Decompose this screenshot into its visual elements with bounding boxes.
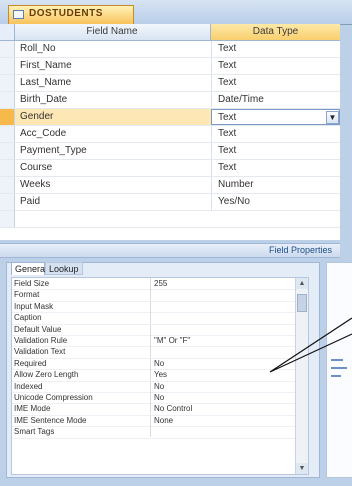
property-name: Smart Tags [14,426,151,438]
property-value[interactable]: Yes [154,369,294,380]
field-properties-label: Field Properties [268,245,332,255]
property-name: IME Sentence Mode [14,414,151,426]
table-icon [13,10,24,19]
property-name: Indexed [14,380,151,392]
help-panel [326,262,352,478]
row-selector[interactable] [0,75,15,91]
data-type-cell[interactable]: Text [211,58,340,74]
row-selector[interactable] [0,109,15,125]
select-all-corner[interactable] [0,24,15,40]
property-value[interactable]: 255 [154,278,294,289]
data-type-cell[interactable]: Text [211,160,340,176]
row-selector[interactable] [0,143,15,159]
data-type-cell[interactable]: Date/Time [211,92,340,108]
property-name: Unicode Compression [14,392,151,403]
field-row-selected[interactable]: Gender Text ▼ [0,109,340,126]
field-name-cell[interactable]: Payment_Type [20,143,206,159]
property-value[interactable] [154,324,294,335]
property-name: Required [14,357,151,369]
data-type-cell[interactable]: Text [211,41,340,57]
data-type-cell[interactable]: Yes/No [211,194,340,210]
field-row[interactable]: Weeks Number [0,177,340,194]
property-name: Field Size [14,278,151,289]
field-name-cell[interactable]: Course [20,160,206,176]
property-name: Validation Rule [14,335,151,346]
field-name-cell[interactable]: Paid [20,194,206,210]
data-type-cell[interactable]: Text [211,126,340,142]
property-value[interactable]: "M" Or "F" [154,335,294,346]
row-selector[interactable] [0,177,15,193]
row-selector[interactable] [0,126,15,142]
data-type-cell[interactable]: Number [211,177,340,193]
property-name: Caption [14,312,151,324]
table-tab-label: DOSTUDENTS [29,8,103,19]
row-selector[interactable] [0,211,15,227]
field-row[interactable]: Roll_No Text [0,41,340,58]
help-text-line [331,375,341,377]
field-properties-pane: General Lookup Field Size 255 Format Inpu… [6,262,320,478]
field-row[interactable]: Birth_Date Date/Time [0,92,340,109]
property-value[interactable] [154,289,294,300]
data-type-value: Text [218,112,237,123]
field-name-cell[interactable]: Weeks [20,177,206,193]
property-value[interactable]: No Control [154,403,294,414]
property-value[interactable] [154,301,294,312]
property-name: Format [14,289,151,301]
row-selector[interactable] [0,194,15,210]
property-value[interactable]: None [154,415,294,426]
property-name: Input Mask [14,300,151,312]
scroll-thumb[interactable] [297,294,307,312]
property-scrollbar[interactable]: ▲ ▼ [295,278,308,474]
scroll-down-icon[interactable]: ▼ [296,463,308,474]
field-name-cell[interactable]: Gender [20,109,206,125]
property-value[interactable]: No [154,381,294,392]
help-text-line [331,367,347,369]
property-name: Validation Text [14,346,151,358]
field-row[interactable]: First_Name Text [0,58,340,75]
property-name: Default Value [14,323,151,335]
chevron-down-icon[interactable]: ▼ [326,111,339,124]
row-selector[interactable] [0,92,15,108]
field-row[interactable]: Acc_Code Text [0,126,340,143]
field-row[interactable]: Payment_Type Text [0,143,340,160]
field-row[interactable]: Last_Name Text [0,75,340,92]
field-name-cell[interactable]: First_Name [20,58,206,74]
data-type-dropdown[interactable]: Text ▼ [211,109,340,125]
field-name-cell[interactable]: Last_Name [20,75,206,91]
property-value[interactable]: No [154,392,294,403]
field-name-cell[interactable]: Birth_Date [20,92,206,108]
property-name: IME Mode [14,403,151,415]
property-name: Allow Zero Length [14,369,151,381]
field-row[interactable]: Paid Yes/No [0,194,340,211]
property-sheet: Field Size 255 Format Input Mask Caption … [11,277,309,475]
property-value[interactable] [154,346,294,357]
scroll-up-icon[interactable]: ▲ [296,278,308,289]
column-header-field-name[interactable]: Field Name [14,24,211,40]
row-selector[interactable] [0,160,15,176]
tab-lookup[interactable]: Lookup [45,262,83,275]
empty-field-row[interactable] [0,211,340,228]
data-type-cell[interactable]: Text [211,143,340,159]
property-row[interactable]: Smart Tags [12,426,308,439]
property-value[interactable] [154,426,294,437]
design-grid: Field Name Data Type Roll_No Text First_… [0,24,340,240]
tab-general[interactable]: General [11,262,47,275]
document-tabstrip: DOSTUDENTS [0,0,352,25]
property-value[interactable]: No [154,358,294,369]
row-selector[interactable] [0,58,15,74]
grid-header: Field Name Data Type [0,24,340,41]
data-type-cell[interactable]: Text [211,75,340,91]
row-selector[interactable] [0,41,15,57]
table-tab[interactable]: DOSTUDENTS [8,5,134,24]
property-value[interactable] [154,312,294,323]
help-text-line [331,359,343,361]
column-header-data-type[interactable]: Data Type [211,24,340,40]
field-properties-bar: Field Properties [0,243,340,258]
field-row[interactable]: Course Text [0,160,340,177]
field-name-cell[interactable]: Acc_Code [20,126,206,142]
field-name-cell[interactable]: Roll_No [20,41,206,57]
